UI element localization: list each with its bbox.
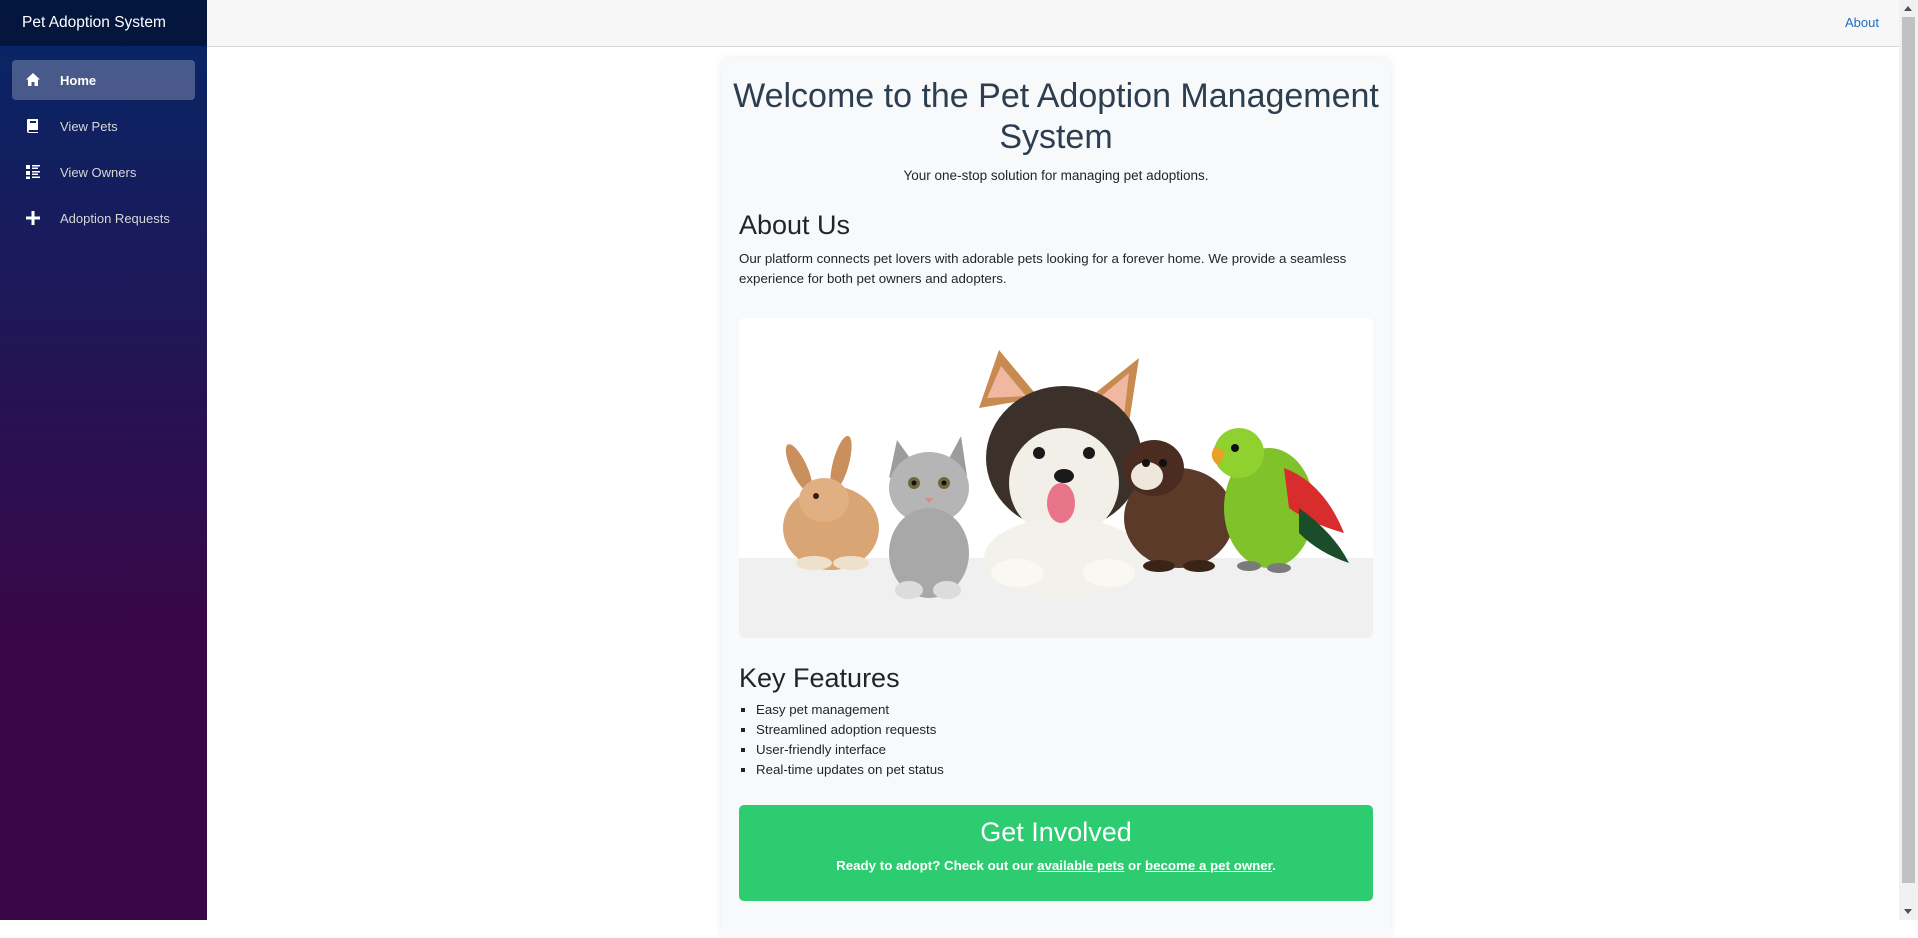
available-pets-link[interactable]: available pets: [1037, 858, 1124, 873]
about-heading: About Us: [739, 210, 851, 240]
sidebar-item-home[interactable]: Home: [12, 60, 195, 100]
kitten-illustration: [889, 436, 969, 599]
pets-illustration: [783, 350, 1349, 599]
list-item: Easy pet management: [756, 700, 1391, 720]
sidebar-item-label: View Pets: [60, 118, 118, 134]
get-involved-banner: Get Involved Ready to adopt? Check out o…: [739, 805, 1373, 901]
become-pet-owner-link[interactable]: become a pet owner: [1145, 858, 1272, 873]
sidebar-item-view-pets[interactable]: View Pets: [12, 106, 195, 146]
sidebar-item-adoption-requests[interactable]: Adoption Requests: [12, 198, 195, 238]
cta-text-middle: or: [1124, 858, 1146, 873]
scroll-up-arrow-icon[interactable]: [1904, 6, 1912, 11]
cta-text-before: Ready to adopt? Check out our: [836, 858, 1038, 873]
sidebar-item-label: View Owners: [60, 164, 137, 180]
cta-text-after: .: [1272, 858, 1276, 873]
main-content-card: Welcome to the Pet Adoption Management S…: [721, 58, 1391, 938]
cta-heading: Get Involved: [980, 817, 1132, 847]
book-icon: [25, 118, 41, 134]
sidebar: Pet Adoption System Home View Pets View …: [0, 0, 207, 920]
cta-text: Ready to adopt? Check out our available …: [739, 858, 1373, 873]
top-bar: About: [207, 0, 1899, 47]
sidebar-item-label: Adoption Requests: [60, 210, 170, 226]
page-subtitle: Your one-stop solution for managing pet …: [903, 168, 1209, 183]
scroll-down-arrow-icon[interactable]: [1904, 909, 1912, 914]
sidebar-nav: Home View Pets View Owners Adoption Requ…: [0, 46, 207, 238]
list-icon: [25, 164, 41, 180]
sidebar-item-view-owners[interactable]: View Owners: [12, 152, 195, 192]
plus-icon: [25, 210, 41, 226]
corgi-puppy-illustration: [979, 350, 1144, 598]
pets-banner-image: [739, 318, 1373, 638]
list-item: User-friendly interface: [756, 740, 1391, 760]
parrot-illustration: [1211, 428, 1349, 573]
brand-title[interactable]: Pet Adoption System: [0, 0, 207, 46]
vertical-scrollbar[interactable]: [1899, 0, 1918, 920]
list-item: Real-time updates on pet status: [756, 760, 1391, 780]
sidebar-item-label: Home: [60, 72, 97, 88]
features-list: Easy pet management Streamlined adoption…: [756, 700, 1391, 780]
home-icon: [25, 72, 41, 88]
page-title: Welcome to the Pet Adoption Management S…: [733, 77, 1379, 156]
about-link[interactable]: About: [1845, 15, 1879, 30]
about-text: Our platform connects pet lovers with ad…: [739, 251, 1347, 286]
features-heading: Key Features: [739, 663, 900, 693]
scroll-thumb[interactable]: [1902, 17, 1915, 883]
rabbit-illustration: [783, 435, 879, 570]
list-item: Streamlined adoption requests: [756, 720, 1391, 740]
